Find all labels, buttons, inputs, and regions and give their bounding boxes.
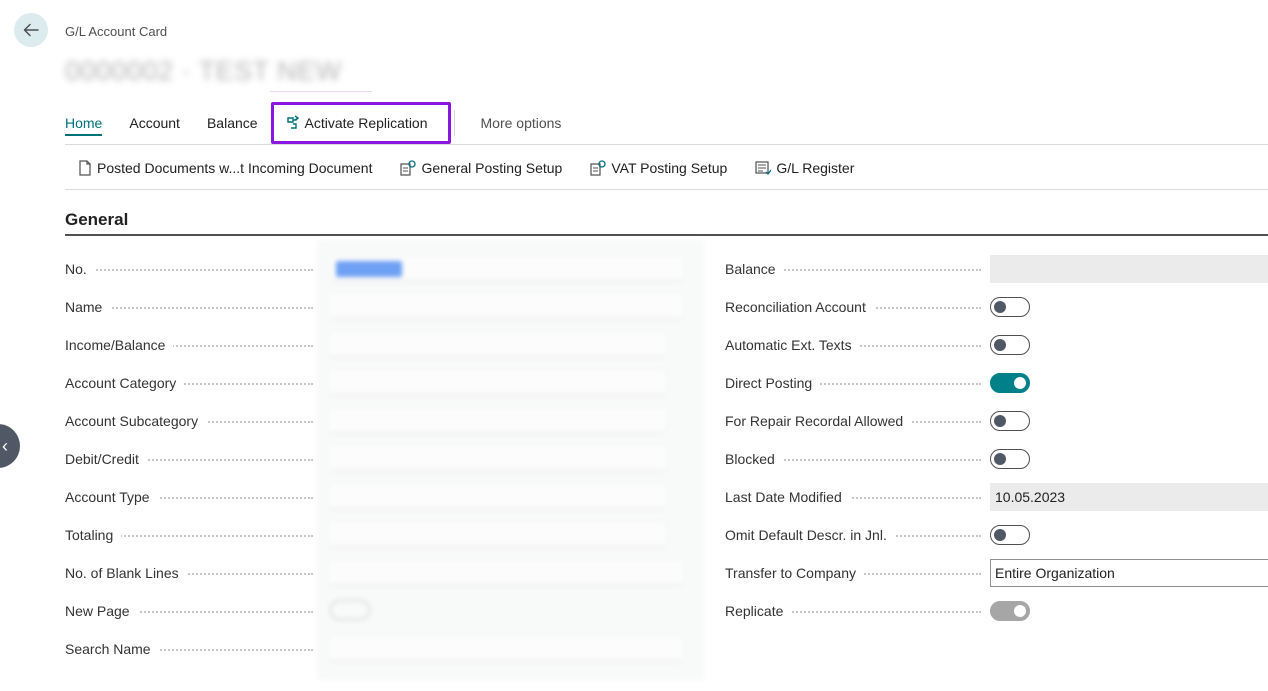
vat-posting-setup-label: VAT Posting Setup	[611, 160, 728, 176]
for-repair-recordal-allowed-toggle[interactable]	[990, 411, 1030, 431]
field-reconciliation-account: Reconciliation Account	[725, 295, 985, 319]
gl-register-label: G/L Register	[776, 160, 855, 176]
replicate-toggle	[990, 601, 1030, 621]
field-label-no: No.	[65, 261, 95, 277]
field-blocked: Blocked	[725, 447, 985, 471]
new-page-toggle[interactable]	[330, 600, 370, 620]
posted-documents-label: Posted Documents w...t Incoming Document	[97, 160, 373, 176]
field-label-omit-default-descr: Omit Default Descr. in Jnl.	[725, 527, 895, 543]
field-for-repair-recordal-allowed: For Repair Recordal Allowed	[725, 409, 985, 433]
action-bar: Posted Documents w...t Incoming Document…	[78, 155, 882, 181]
field-omit-default-descr: Omit Default Descr. in Jnl.	[725, 523, 985, 547]
field-label-account-category: Account Category	[65, 375, 185, 391]
income-balance-select[interactable]	[330, 333, 665, 357]
field-transfer-to-company: Transfer to Company	[725, 561, 985, 585]
field-search-name: Search Name	[65, 637, 317, 661]
vat-posting-setup-action[interactable]: VAT Posting Setup	[590, 160, 727, 176]
field-label-direct-posting: Direct Posting	[725, 375, 821, 391]
field-no: No.	[65, 257, 317, 281]
field-last-date-modified: Last Date Modified	[725, 485, 985, 509]
search-name-input[interactable]	[330, 637, 682, 661]
replication-icon	[286, 115, 300, 131]
field-label-search-name: Search Name	[65, 641, 159, 657]
omit-default-descr-toggle[interactable]	[990, 525, 1030, 545]
vat-setup-icon	[590, 160, 606, 176]
tab-separator	[453, 110, 455, 136]
field-income-balance: Income/Balance	[65, 333, 317, 357]
gl-register-action[interactable]: G/L Register	[755, 160, 854, 176]
field-label-account-type: Account Type	[65, 489, 158, 505]
field-account-subcategory: Account Subcategory	[65, 409, 317, 433]
field-label-reconciliation-account: Reconciliation Account	[725, 299, 874, 315]
field-name: Name	[65, 295, 317, 319]
tab-home[interactable]: Home	[65, 115, 103, 136]
section-title-general: General	[65, 210, 129, 229]
register-icon	[755, 160, 772, 176]
action-tabs: Home Account Balance Activate Replicatio…	[65, 100, 588, 146]
collapse-panel-button[interactable]: ‹	[0, 424, 20, 468]
title-underline	[270, 91, 372, 92]
tab-activate-replication[interactable]: Activate Replication	[270, 102, 451, 144]
tab-account[interactable]: Account	[129, 115, 180, 131]
field-label-balance: Balance	[725, 261, 784, 277]
page-title: 0000002 · TEST NEW	[65, 56, 342, 86]
field-balance: Balance	[725, 257, 985, 281]
field-label-totaling: Totaling	[65, 527, 122, 543]
last-date-modified-value: 10.05.2023	[990, 483, 1268, 511]
general-posting-setup-label: General Posting Setup	[421, 160, 563, 176]
field-label-income-balance: Income/Balance	[65, 337, 174, 353]
field-new-page: New Page	[65, 599, 317, 623]
actions-divider	[65, 189, 1268, 190]
account-category-select[interactable]	[330, 371, 665, 395]
field-label-debit-credit: Debit/Credit	[65, 451, 147, 467]
field-debit-credit: Debit/Credit	[65, 447, 317, 471]
account-subcategory-select[interactable]	[330, 409, 665, 433]
field-label-name: Name	[65, 299, 111, 315]
field-automatic-ext-texts: Automatic Ext. Texts	[725, 333, 985, 357]
field-label-new-page: New Page	[65, 603, 138, 619]
section-divider	[65, 234, 1268, 236]
field-no-of-blank-lines: No. of Blank Lines	[65, 561, 317, 585]
field-label-account-subcategory: Account Subcategory	[65, 413, 207, 429]
posted-documents-action[interactable]: Posted Documents w...t Incoming Document	[78, 160, 372, 176]
field-label-replicate: Replicate	[725, 603, 792, 619]
totaling-input[interactable]	[330, 523, 665, 547]
page-type-label: G/L Account Card	[65, 24, 168, 39]
chevron-left-icon: ‹	[2, 435, 8, 456]
posting-setup-icon	[400, 160, 417, 176]
blocked-toggle[interactable]	[990, 449, 1030, 469]
field-totaling: Totaling	[65, 523, 317, 547]
balance-value	[990, 255, 1268, 283]
reconciliation-account-toggle[interactable]	[990, 297, 1030, 317]
general-posting-setup-action[interactable]: General Posting Setup	[400, 160, 562, 176]
automatic-ext-texts-toggle[interactable]	[990, 335, 1030, 355]
tab-balance[interactable]: Balance	[207, 115, 258, 131]
debit-credit-select[interactable]	[330, 447, 665, 471]
field-replicate: Replicate	[725, 599, 985, 623]
transfer-to-company-select[interactable]: Entire Organization	[990, 559, 1268, 587]
tab-more-options[interactable]: More options	[481, 115, 562, 131]
tab-activate-replication-label: Activate Replication	[304, 115, 428, 131]
back-button[interactable]	[14, 13, 48, 47]
field-account-type: Account Type	[65, 485, 317, 509]
field-label-transfer-to-company: Transfer to Company	[725, 565, 864, 581]
field-direct-posting: Direct Posting	[725, 371, 985, 395]
field-label-blocked: Blocked	[725, 451, 783, 467]
tabs-divider	[65, 144, 1268, 145]
field-label-last-date-modified: Last Date Modified	[725, 489, 850, 505]
field-label-no-of-blank-lines: No. of Blank Lines	[65, 565, 187, 581]
no-input[interactable]	[330, 257, 682, 281]
field-label-automatic-ext-texts: Automatic Ext. Texts	[725, 337, 860, 353]
direct-posting-toggle[interactable]	[990, 373, 1030, 393]
field-label-for-repair-recordal-allowed: For Repair Recordal Allowed	[725, 413, 912, 429]
document-icon	[78, 160, 92, 176]
back-arrow-icon	[23, 23, 39, 37]
account-type-select[interactable]	[330, 485, 665, 509]
field-account-category: Account Category	[65, 371, 317, 395]
name-input[interactable]	[330, 295, 682, 319]
no-of-blank-lines-input[interactable]	[330, 561, 682, 585]
